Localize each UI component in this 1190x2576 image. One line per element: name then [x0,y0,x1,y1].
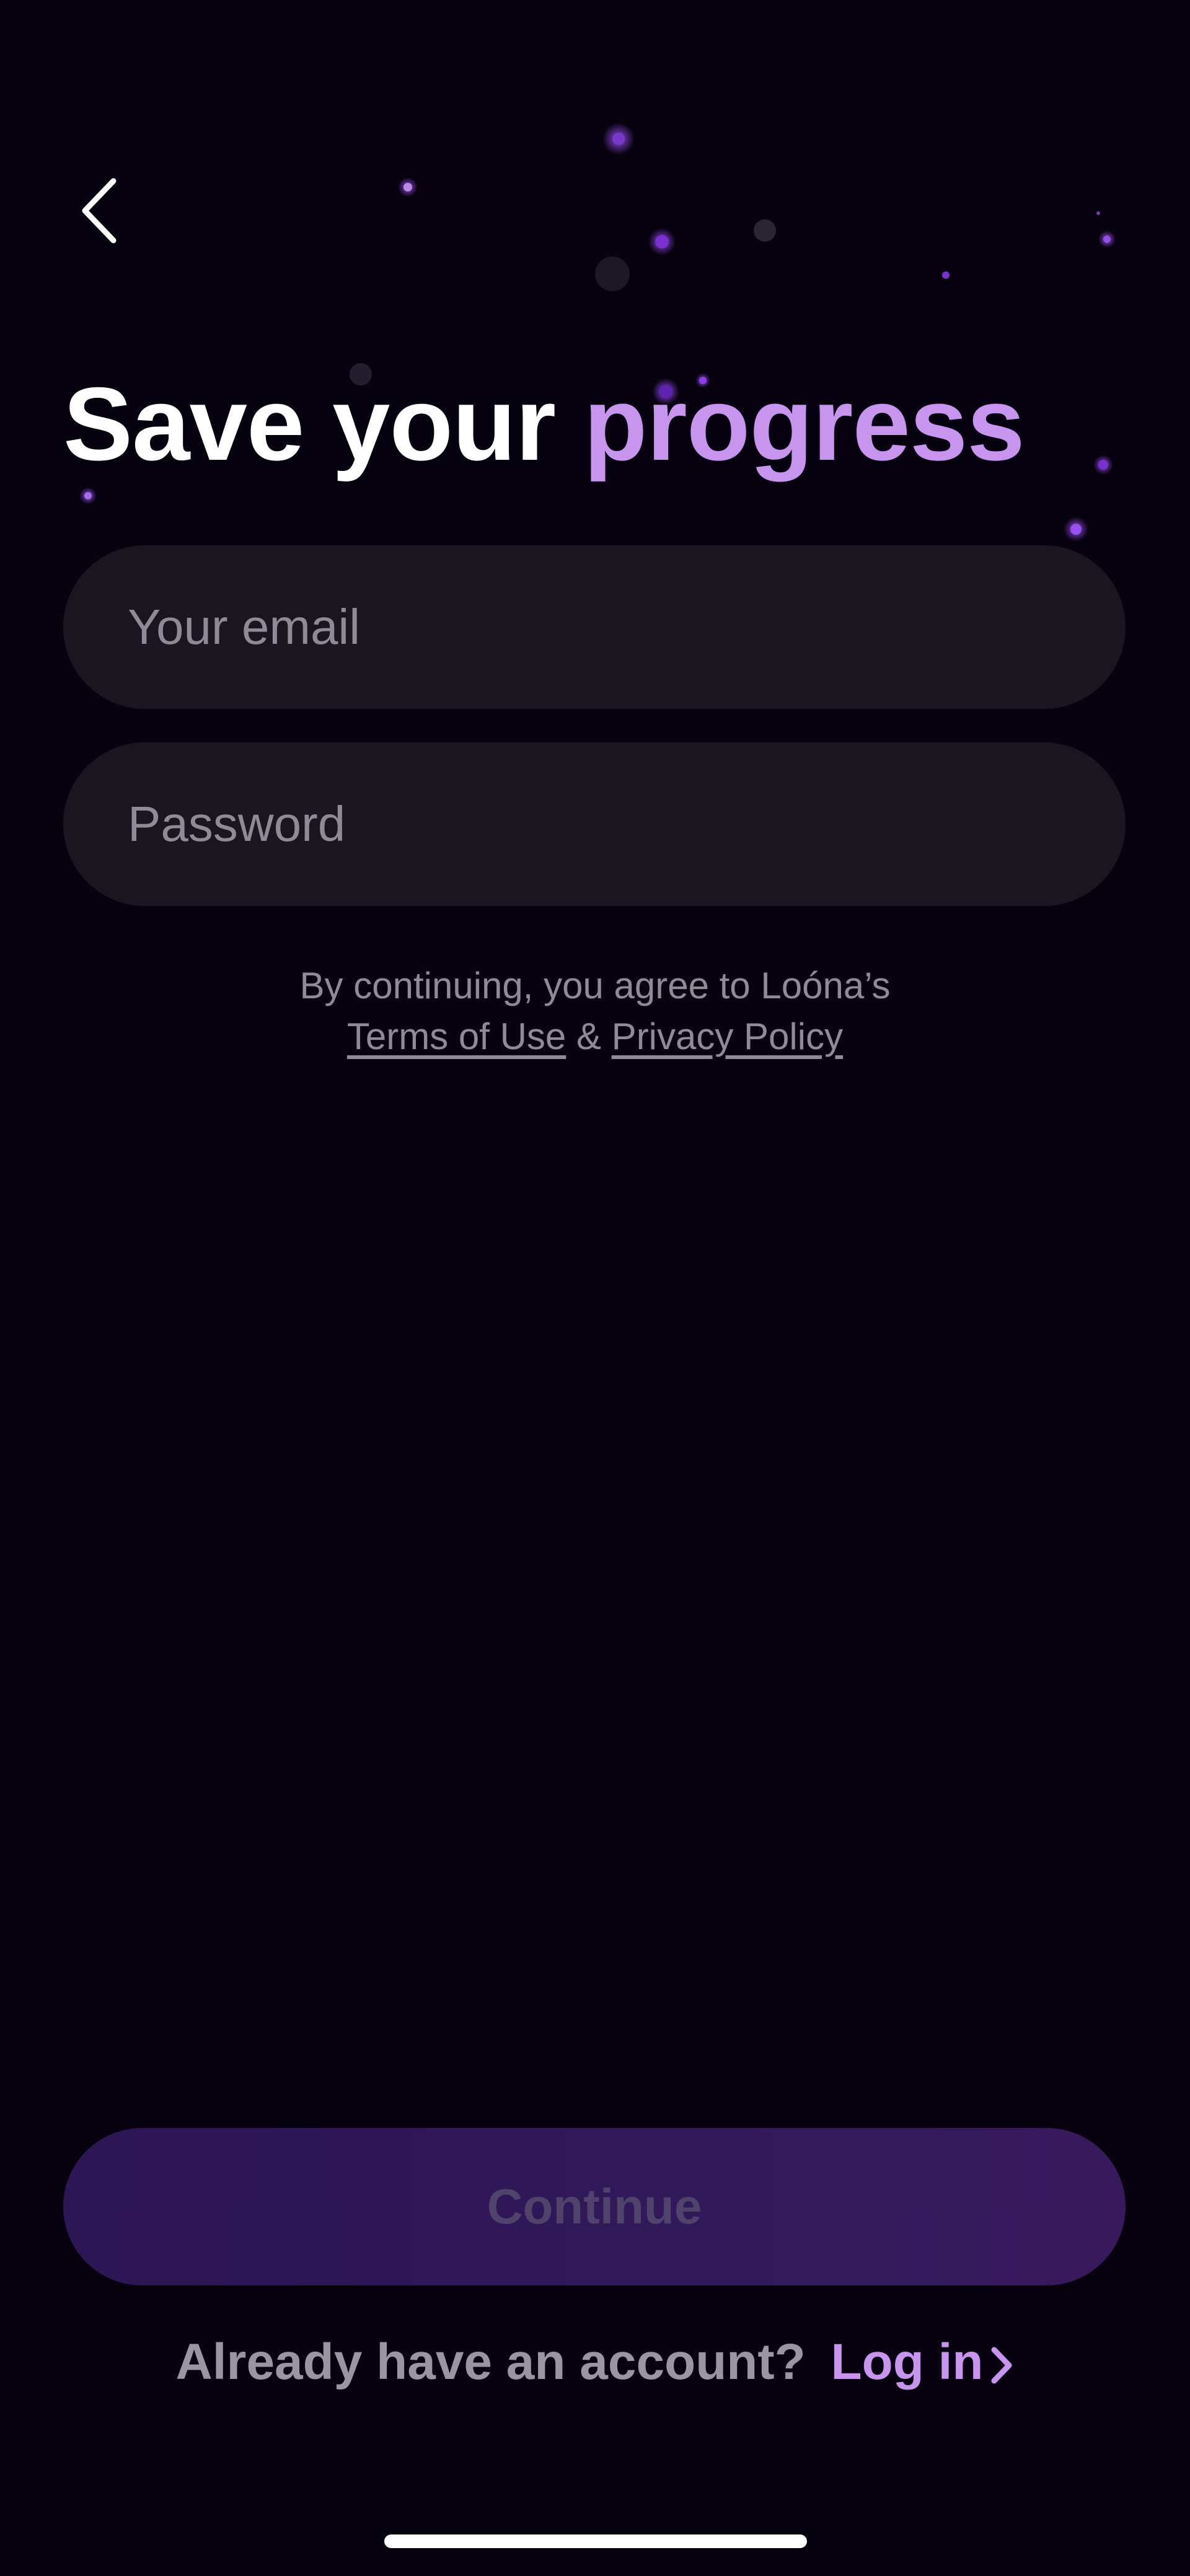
terms-separator: & [566,1016,612,1057]
chevron-left-icon [82,178,117,244]
title-main: Save your [63,366,584,482]
back-button[interactable] [62,161,136,260]
chevron-right-icon [991,2347,1012,2384]
title-accent: progress [583,366,1025,482]
login-row: Already have an account? Log in [0,2333,1190,2391]
login-prompt: Already have an account? [175,2334,820,2390]
password-field[interactable] [63,742,1126,906]
terms-prefix: By continuing, you agree to Loóna’s [299,965,891,1006]
email-field[interactable] [63,545,1126,709]
terms-notice: By continuing, you agree to Loóna’s Term… [0,961,1190,1062]
star-field-decoration [79,123,1116,581]
login-link[interactable]: Log in [831,2334,1015,2390]
login-link-label: Log in [831,2334,984,2390]
terms-of-use-link[interactable]: Terms of Use [347,1016,566,1057]
page-title: Save your progress [63,372,1025,476]
continue-button[interactable]: Continue [63,2128,1126,2285]
privacy-policy-link[interactable]: Privacy Policy [612,1016,843,1057]
home-indicator [384,2534,807,2548]
